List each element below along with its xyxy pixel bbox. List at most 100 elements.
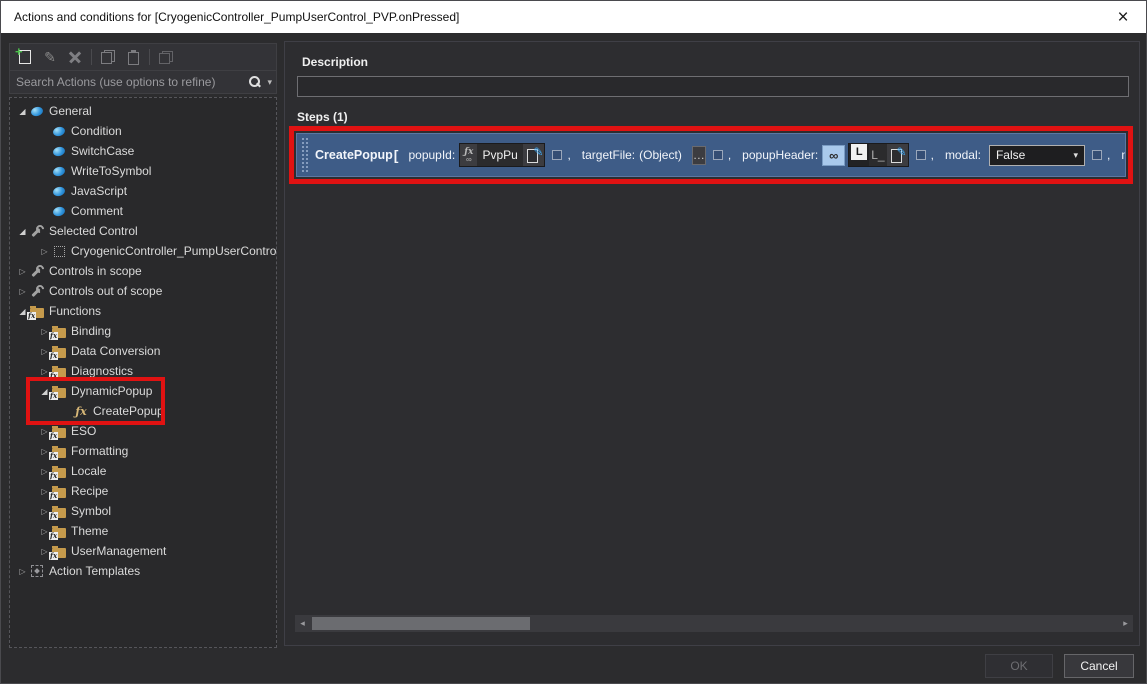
popupheader-language-button[interactable]: L [851, 144, 867, 160]
modal-dropdown[interactable]: False ▾ [989, 145, 1085, 166]
tree-item-data-conversion[interactable]: ▷fxData Conversion [10, 341, 276, 361]
scrollbar-track[interactable] [310, 615, 1118, 632]
tree-item-controls-out-of-scope[interactable]: ▷Controls out of scope [10, 281, 276, 301]
close-icon[interactable]: × [1110, 4, 1136, 30]
modal-checkbox[interactable] [1092, 150, 1102, 160]
actions-toolbar: + ✎ [9, 43, 277, 71]
fxfolder-icon: fx [51, 465, 67, 478]
tree-item-writetosymbol[interactable]: WriteToSymbol [10, 161, 276, 181]
step-row-createpopup[interactable]: CreatePopup [ popupId: ƒx ∞ PvpPu , targ… [296, 133, 1126, 177]
search-icon[interactable] [248, 75, 262, 89]
search-input[interactable] [16, 75, 248, 89]
fxfolder-icon: fx [51, 485, 67, 498]
tree-item-label: Diagnostics [71, 364, 133, 378]
param-separator: , [728, 148, 731, 162]
expanded-expander-icon[interactable]: ◢ [16, 107, 29, 116]
page-pen-icon [891, 148, 904, 162]
actions-conditions-dialog: { "window": { "title": "Actions and cond… [0, 0, 1147, 684]
tree-item-theme[interactable]: ▷fxTheme [10, 521, 276, 541]
description-input[interactable] [297, 76, 1129, 97]
scroll-right-icon[interactable]: ▸ [1118, 615, 1133, 632]
popupheader-value-control: L L_ [848, 143, 908, 167]
tree-item-symbol[interactable]: ▷fxSymbol [10, 501, 276, 521]
tree-item-diagnostics[interactable]: ▷fxDiagnostics [10, 361, 276, 381]
tree-item-controls-in-scope[interactable]: ▷Controls in scope [10, 261, 276, 281]
tree-item-cryogeniccontroller-pumpusercontrol[interactable]: ▷CryogenicController_PumpUserControl [10, 241, 276, 261]
popupid-checkbox[interactable] [552, 150, 562, 160]
popupheader-value-field[interactable]: L_ [869, 144, 886, 166]
template-icon [29, 565, 45, 577]
tree-item-javascript[interactable]: JavaScript [10, 181, 276, 201]
collapsed-expander-icon[interactable]: ▷ [38, 247, 51, 256]
tree-item-switchcase[interactable]: SwitchCase [10, 141, 276, 161]
fxfolder-icon: fx [51, 345, 67, 358]
tree-item-action-templates[interactable]: ▷Action Templates [10, 561, 276, 581]
paste-action-button[interactable] [122, 46, 144, 68]
expanded-expander-icon[interactable]: ◢ [16, 227, 29, 236]
fxfolder-icon: fx [51, 545, 67, 558]
popupid-value-field[interactable]: PvpPu [477, 144, 523, 166]
duplicate-action-button[interactable] [155, 46, 177, 68]
copy-action-button[interactable] [97, 46, 119, 68]
search-options-caret-icon[interactable]: ▾ [267, 77, 272, 88]
tree-item-dynamicpopup[interactable]: ◢fxDynamicPopup [10, 381, 276, 401]
tree-item-functions[interactable]: ◢fxFunctions [10, 301, 276, 321]
sphere-icon [51, 147, 67, 156]
delete-action-button[interactable] [64, 46, 86, 68]
description-label: Description [302, 55, 368, 69]
collapsed-expander-icon[interactable]: ▷ [16, 267, 29, 276]
sphere-icon [29, 107, 45, 116]
window-title: Actions and conditions for [CryogenicCon… [14, 10, 459, 24]
step-function-name: CreatePopup [315, 148, 393, 162]
tree-item-label: DynamicPopup [71, 384, 152, 398]
fxfolder-icon: fx [51, 385, 67, 398]
fxfolder-icon: fx [51, 525, 67, 538]
fxfn-icon: ƒx [73, 405, 89, 418]
tree-item-label: Selected Control [49, 224, 138, 238]
tree-item-label: UserManagement [71, 544, 166, 558]
window-titlebar: Actions and conditions for [CryogenicCon… [1, 1, 1146, 33]
cancel-button[interactable]: Cancel [1064, 654, 1134, 678]
collapsed-expander-icon[interactable]: ▷ [16, 567, 29, 576]
actions-panel: + ✎ ▾ ◢ General Condition SwitchCaseWriteTo… [9, 43, 277, 648]
popupid-binding-button[interactable]: ƒx ∞ [460, 144, 477, 166]
duplicate-icon [159, 51, 173, 64]
tree-item-binding[interactable]: ▷fxBinding [10, 321, 276, 341]
add-action-button[interactable]: + [14, 46, 36, 68]
param-movable-label: movable: [1121, 148, 1126, 162]
chevron-down-icon: ▾ [1073, 150, 1078, 161]
steps-count-label: Steps (1) [297, 110, 348, 124]
popupheader-select-button[interactable] [887, 144, 908, 166]
tree-item-eso[interactable]: ▷fxESO [10, 421, 276, 441]
toolbar-separator [149, 49, 150, 65]
sphere-icon [51, 187, 67, 196]
tree-item-general[interactable]: ◢ General [10, 101, 276, 121]
tree-item-createpopup[interactable]: ƒxCreatePopup [10, 401, 276, 421]
ok-button[interactable]: OK [985, 654, 1053, 678]
collapsed-expander-icon[interactable]: ▷ [16, 287, 29, 296]
scroll-left-icon[interactable]: ◂ [295, 615, 310, 632]
tree-item-locale[interactable]: ▷fxLocale [10, 461, 276, 481]
tree-item-recipe[interactable]: ▷fxRecipe [10, 481, 276, 501]
tree-item-label: Binding [71, 324, 111, 338]
param-separator: , [931, 148, 934, 162]
tree-item-label: Formatting [71, 444, 128, 458]
popupheader-link-button[interactable]: ∞ [822, 145, 845, 166]
tree-item-formatting[interactable]: ▷fxFormatting [10, 441, 276, 461]
scrollbar-thumb[interactable] [312, 617, 530, 630]
edit-action-button[interactable]: ✎ [39, 46, 61, 68]
tree-item-selected-control[interactable]: ◢ Selected Control [10, 221, 276, 241]
targetfile-checkbox[interactable] [713, 150, 723, 160]
targetfile-browse-button[interactable]: … [692, 146, 706, 165]
popupid-select-button[interactable] [523, 144, 544, 166]
tree-item-label: General [49, 104, 92, 118]
tree-item-condition[interactable]: Condition [10, 121, 276, 141]
tree-item-usermanagement[interactable]: ▷fxUserManagement [10, 541, 276, 561]
fxfolder-icon: fx [51, 445, 67, 458]
tree-item-label: Condition [71, 124, 122, 138]
popupheader-checkbox[interactable] [916, 150, 926, 160]
param-popupid-label: popupId: [408, 148, 455, 162]
param-modal-label: modal: [945, 148, 981, 162]
drag-grip-icon[interactable] [300, 136, 309, 174]
tree-item-comment[interactable]: Comment [10, 201, 276, 221]
